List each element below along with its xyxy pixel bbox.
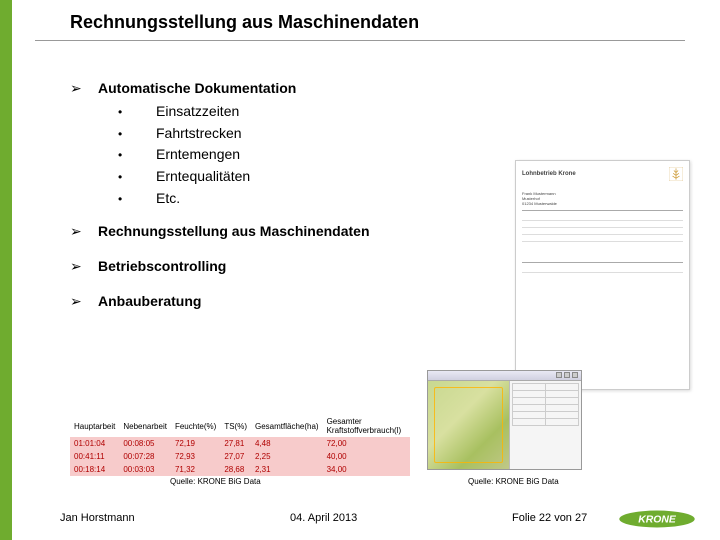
wheat-icon [669,167,683,181]
col-head: Gesamter Kraftstoffverbrauch(l) [323,415,410,437]
accent-bar [0,0,12,540]
sub-1: Einsatzzeiten [156,101,239,123]
sub-4: Erntequalitäten [156,166,250,188]
bullet-4: ➢ Anbauberatung [70,293,500,310]
app-screenshot [427,370,582,470]
bullet-1: ➢ Automatische Dokumentation [70,80,500,97]
dot-icon: • [118,190,156,209]
col-head: Gesamtfläche(ha) [251,415,323,437]
doc-table [522,214,683,242]
close-icon [572,372,578,378]
data-panel [509,381,581,469]
footer-page: Folie 22 von 27 [512,512,587,524]
arrow-icon: ➢ [70,293,98,310]
sub-3: Erntemengen [156,144,240,166]
krone-logo-icon: KRONE [618,508,696,530]
bullet-3-text: Betriebscontrolling [98,258,226,274]
col-head: Hauptarbeit [70,415,119,437]
logo-text: KRONE [638,514,677,525]
bullet-1-text: Automatische Dokumentation [98,80,296,96]
min-icon [556,372,562,378]
source-caption-2: Quelle: KRONE BiG Data [468,477,559,486]
sub-5: Etc. [156,188,180,210]
table-row: 01:01:04 00:08:05 72,19 27,81 4,48 72,00 [70,437,410,450]
arrow-icon: ➢ [70,258,98,275]
doc-line: 01234 Musterwalde [522,201,683,206]
content-area: ➢ Automatische Dokumentation •Einsatzzei… [70,80,500,314]
bullet-2-text: Rechnungsstellung aus Maschinendaten [98,223,370,239]
title-rule [35,40,685,41]
doc-title: Lohnbetrieb Krone [522,171,576,177]
max-icon [564,372,570,378]
footer-author: Jan Horstmann [60,512,135,524]
dot-icon: • [118,103,156,122]
source-caption-1: Quelle: KRONE BiG Data [170,477,261,486]
window-titlebar [428,371,581,381]
sub-list: •Einsatzzeiten •Fahrtstrecken •Erntemeng… [118,101,500,209]
bullet-4-text: Anbauberatung [98,293,201,309]
arrow-icon: ➢ [70,223,98,240]
invoice-thumbnail: Lohnbetrieb Krone Frank Mustermann Muste… [515,160,690,390]
dot-icon: • [118,125,156,144]
bullet-2: ➢ Rechnungsstellung aus Maschinendaten [70,223,500,240]
col-head: Nebenarbeit [119,415,171,437]
arrow-icon: ➢ [70,80,98,97]
harvest-data-table: Hauptarbeit Nebenarbeit Feuchte(%) TS(%)… [70,415,410,476]
table-row: 00:41:11 00:07:28 72,93 27,07 2,25 40,00 [70,450,410,463]
field-map [428,381,509,469]
col-head: Feuchte(%) [171,415,220,437]
dot-icon: • [118,146,156,165]
col-head: TS(%) [220,415,251,437]
dot-icon: • [118,168,156,187]
table-row: 00:18:14 00:03:03 71,32 28,68 2,31 34,00 [70,463,410,476]
sub-2: Fahrtstrecken [156,123,242,145]
slide-title: Rechnungsstellung aus Maschinendaten [70,12,419,33]
footer-date: 04. April 2013 [290,512,357,524]
bullet-3: ➢ Betriebscontrolling [70,258,500,275]
